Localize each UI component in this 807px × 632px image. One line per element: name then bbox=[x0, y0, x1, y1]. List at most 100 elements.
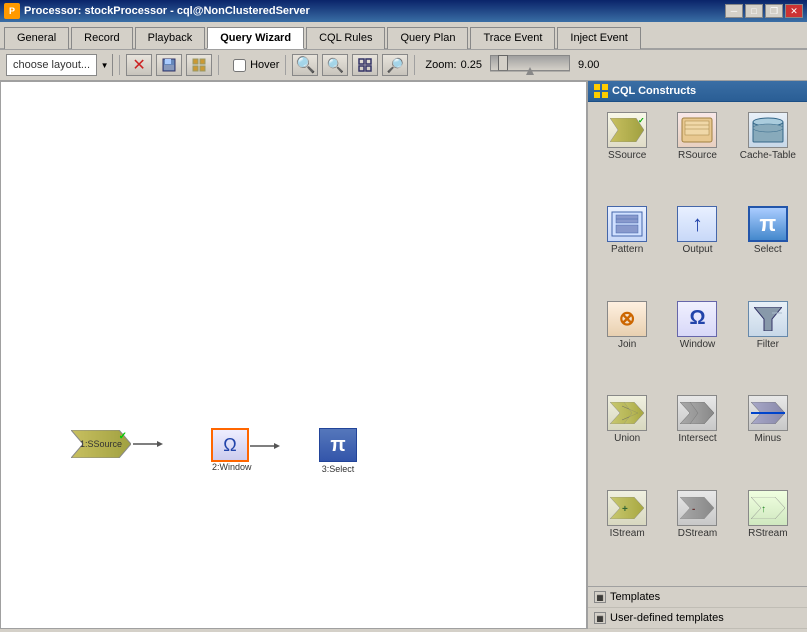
select-node-box[interactable]: π bbox=[319, 428, 357, 462]
overview-button[interactable]: 🔎 bbox=[382, 54, 408, 76]
cql-item-pattern[interactable]: Pattern bbox=[594, 204, 660, 294]
intersect-shape bbox=[680, 402, 714, 424]
fit-icon bbox=[357, 57, 373, 73]
ssource-cql-shape: ✓ bbox=[610, 118, 644, 142]
cql-item-filter[interactable]: Filter bbox=[735, 299, 801, 389]
cql-item-ssource[interactable]: ✓ SSource bbox=[594, 110, 660, 200]
hover-checkbox-label[interactable]: Hover bbox=[233, 59, 279, 72]
cql-item-minus[interactable]: Minus bbox=[735, 393, 801, 483]
node-window2[interactable]: Ω bbox=[211, 428, 249, 462]
cql-item-intersect[interactable]: Intersect bbox=[664, 393, 730, 483]
cql-item-join[interactable]: ⊗ Join bbox=[594, 299, 660, 389]
cql-icon-dstream: - bbox=[677, 490, 717, 526]
fit-button[interactable] bbox=[352, 54, 378, 76]
cql-header-icon bbox=[594, 84, 608, 98]
minimize-button[interactable]: ─ bbox=[725, 4, 743, 18]
zoom-label: Zoom: bbox=[425, 59, 456, 71]
maximize-button[interactable]: □ bbox=[745, 4, 763, 18]
node-window2-label bbox=[250, 440, 280, 455]
rstream-shape: ↑ bbox=[751, 497, 785, 519]
istream-shape: + bbox=[610, 497, 644, 519]
close-button[interactable]: ✕ bbox=[785, 4, 803, 18]
tab-query-wizard[interactable]: Query Wizard bbox=[207, 27, 304, 49]
cql-label-intersect: Intersect bbox=[678, 433, 716, 444]
right-panel: CQL Constructs ✓ bbox=[587, 81, 807, 629]
cql-item-window[interactable]: Ω Window bbox=[664, 299, 730, 389]
cql-item-cache-table[interactable]: Cache-Table bbox=[735, 110, 801, 200]
templates-item[interactable]: ▦ Templates bbox=[588, 587, 807, 608]
node-select3[interactable]: π 3:Select bbox=[319, 428, 357, 474]
pi-icon: π bbox=[330, 434, 345, 457]
user-templates-item[interactable]: ▦ User-defined templates bbox=[588, 608, 807, 629]
pattern-shape bbox=[610, 210, 644, 238]
save-button[interactable] bbox=[156, 54, 182, 76]
omega-icon: Ω bbox=[223, 436, 236, 454]
tab-general[interactable]: General bbox=[4, 27, 69, 49]
tab-trace-event[interactable]: Trace Event bbox=[470, 27, 555, 49]
tab-playback[interactable]: Playback bbox=[135, 27, 206, 49]
zoom-max-value: 9.00 bbox=[578, 59, 599, 71]
delete-button[interactable]: ✕ bbox=[126, 54, 152, 76]
minus-shape bbox=[751, 402, 785, 424]
hover-label: Hover bbox=[250, 59, 279, 71]
node-ssource1[interactable]: ✓ 1:SSource bbox=[71, 430, 163, 458]
cql-label-istream: IStream bbox=[610, 528, 645, 539]
cql-item-rsource[interactable]: RSource bbox=[664, 110, 730, 200]
layout-label: choose layout... bbox=[7, 59, 96, 71]
separator-4 bbox=[414, 55, 415, 75]
window-title: Processor: stockProcessor - cql@NonClust… bbox=[24, 5, 310, 17]
svg-text:+: + bbox=[622, 504, 628, 515]
cql-icon-intersect bbox=[677, 395, 717, 431]
ssource-label: 1:SSource bbox=[80, 439, 122, 449]
select-pi-icon: π bbox=[759, 211, 776, 237]
svg-text:-: - bbox=[692, 504, 695, 515]
cql-item-istream[interactable]: + IStream bbox=[594, 488, 660, 578]
tabs-bar: General Record Playback Query Wizard CQL… bbox=[0, 22, 807, 50]
filter-shape bbox=[754, 307, 782, 331]
cql-icon-select: π bbox=[748, 206, 788, 242]
rsource-shape bbox=[680, 116, 714, 144]
tab-query-plan[interactable]: Query Plan bbox=[387, 27, 468, 49]
cql-label-join: Join bbox=[618, 339, 636, 350]
window-label: 2:Window bbox=[212, 462, 252, 472]
cql-item-dstream[interactable]: - DStream bbox=[664, 488, 730, 578]
cql-label-output: Output bbox=[682, 244, 712, 255]
zoom-min-value: 0.25 bbox=[461, 59, 482, 71]
save-icon bbox=[161, 57, 177, 73]
zoom-in-button[interactable]: 🔍 bbox=[292, 54, 318, 76]
cql-item-union[interactable]: Union bbox=[594, 393, 660, 483]
select-label: 3:Select bbox=[319, 464, 357, 474]
svg-text:✓: ✓ bbox=[638, 118, 644, 125]
canvas-area[interactable]: ✓ 1:SSource Ω 2:Window bbox=[0, 81, 587, 629]
layout-dropdown-arrow[interactable]: ▼ bbox=[96, 54, 112, 76]
cql-grid: ✓ SSource RSource bbox=[588, 102, 807, 586]
cql-label-rsource: RSource bbox=[678, 150, 717, 161]
cql-icon-minus bbox=[748, 395, 788, 431]
cachetable-shape bbox=[751, 116, 785, 144]
cql-icon-output: ↑ bbox=[677, 206, 717, 242]
ssource-node-box[interactable]: ✓ 1:SSource bbox=[71, 430, 131, 458]
templates-label: Templates bbox=[610, 591, 660, 603]
node-arrow-2 bbox=[250, 440, 280, 452]
tab-cql-rules[interactable]: CQL Rules bbox=[306, 27, 385, 49]
layout-dropdown[interactable]: choose layout... ▼ bbox=[6, 54, 113, 76]
title-bar-left: P Processor: stockProcessor - cql@NonClu… bbox=[4, 3, 310, 19]
cql-item-output[interactable]: ↑ Output bbox=[664, 204, 730, 294]
cql-icon-istream: + bbox=[607, 490, 647, 526]
tab-record[interactable]: Record bbox=[71, 27, 132, 49]
user-templates-label: User-defined templates bbox=[610, 612, 724, 624]
restore-button[interactable]: ❐ bbox=[765, 4, 783, 18]
cql-item-select[interactable]: π Select bbox=[735, 204, 801, 294]
dstream-shape: - bbox=[680, 497, 714, 519]
grid-icon bbox=[191, 57, 207, 73]
tab-inject-event[interactable]: Inject Event bbox=[557, 27, 640, 49]
grid-button[interactable] bbox=[186, 54, 212, 76]
cql-header: CQL Constructs bbox=[588, 81, 807, 102]
cql-label-rstream: RStream bbox=[748, 528, 787, 539]
hover-checkbox[interactable] bbox=[233, 59, 246, 72]
zoom-slider-container bbox=[490, 55, 570, 75]
window-node-box[interactable]: Ω bbox=[211, 428, 249, 462]
cql-item-rstream[interactable]: ↑ RStream bbox=[735, 488, 801, 578]
cql-label-cache-table: Cache-Table bbox=[740, 150, 796, 161]
zoom-out-button[interactable]: 🔍 bbox=[322, 54, 348, 76]
